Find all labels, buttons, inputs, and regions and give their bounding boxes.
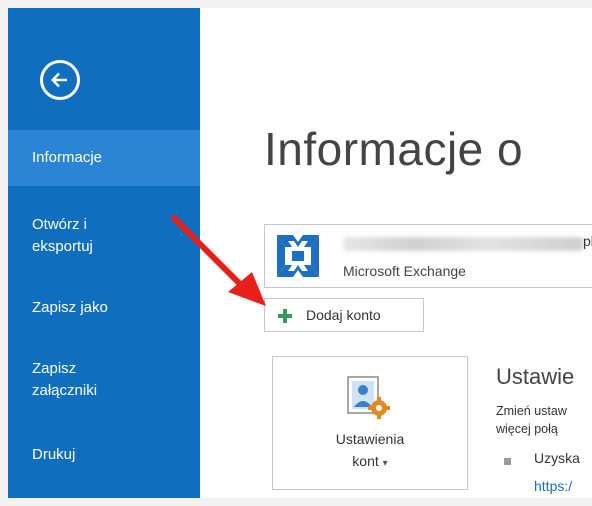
sidebar-item-label: Zapisz jako (32, 299, 108, 316)
sidebar-item-drukuj[interactable]: Drukuj (8, 444, 200, 466)
bullet-text: Uzyska (534, 450, 580, 466)
bullet-icon (504, 458, 511, 465)
sidebar-item-label: Informacje (32, 149, 103, 166)
sidebar-item-label: Zapisz (32, 360, 77, 377)
account-settings-section-title: Ustawie (496, 364, 575, 389)
page-title: Informacje o (264, 123, 524, 175)
settings-link[interactable]: https:/ (534, 478, 572, 494)
account-email-redacted (343, 237, 583, 251)
account-settings-label-line2: kont ▾ (273, 453, 467, 469)
main-content: Informacje o pl Microsoft Exchange Doda (200, 8, 592, 498)
sidebar-item-label: Drukuj (32, 446, 76, 463)
section-description-line2: więcej połą (496, 422, 558, 436)
account-settings-icon (347, 376, 390, 419)
add-account-label: Dodaj konto (306, 307, 381, 323)
exchange-logo-icon (277, 235, 319, 277)
window-frame: Informacje Otwórz i eksportuj Zapisz jak… (0, 0, 592, 506)
section-description-line1: Zmień ustaw (496, 404, 567, 418)
sidebar-item-otworz-eksportuj[interactable]: Otwórz i eksportuj (8, 214, 200, 258)
sidebar-item-zapisz-zalaczniki[interactable]: Zapisz załączniki (8, 358, 200, 402)
account-settings-label-kont: kont (352, 453, 379, 469)
sidebar-item-label: eksportuj (32, 238, 93, 255)
sidebar-item-label: Otwórz i (32, 216, 88, 233)
account-settings-button[interactable]: Ustawienia kont ▾ (272, 356, 468, 490)
add-account-button[interactable]: Dodaj konto (264, 298, 424, 332)
chevron-down-icon: ▾ (382, 458, 388, 469)
account-settings-label: Ustawienia (335, 431, 405, 447)
sidebar-item-label: załączniki (32, 382, 98, 399)
plus-icon (278, 309, 292, 323)
backstage-sidebar: Informacje Otwórz i eksportuj Zapisz jak… (8, 8, 200, 498)
back-arrow-icon (51, 72, 67, 88)
back-button[interactable] (40, 60, 80, 100)
account-selector[interactable]: pl Microsoft Exchange (264, 224, 592, 288)
sidebar-item-zapisz-jako[interactable]: Zapisz jako (8, 297, 200, 319)
account-type: Microsoft Exchange (343, 263, 466, 279)
sidebar-item-informacje[interactable]: Informacje (8, 130, 200, 186)
account-email-suffix: pl (583, 233, 592, 249)
